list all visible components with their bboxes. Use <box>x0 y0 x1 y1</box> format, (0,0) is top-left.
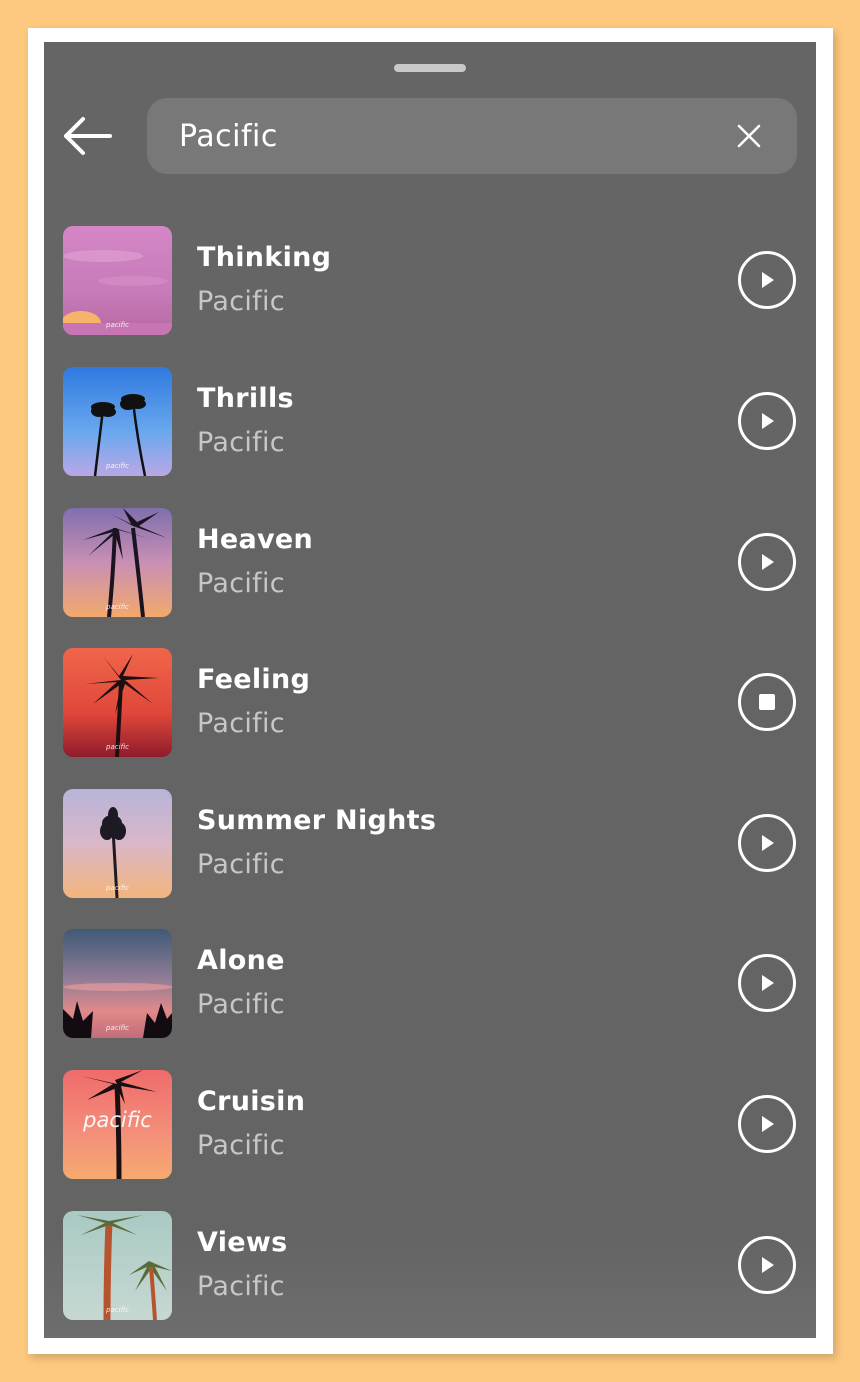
track-row[interactable]: pacific Views Pacific <box>44 1211 816 1331</box>
album-art[interactable]: pacific <box>63 508 172 617</box>
track-row[interactable]: pacific Thinking Pacific <box>44 226 816 346</box>
stop-button[interactable] <box>738 673 796 731</box>
search-input[interactable] <box>179 98 699 174</box>
track-artist: Pacific <box>197 1130 285 1161</box>
track-title: Views <box>197 1227 288 1258</box>
play-icon <box>762 1257 774 1273</box>
album-art-label: pacific <box>83 1108 152 1132</box>
track-artist: Pacific <box>197 427 285 458</box>
track-title: Thrills <box>197 383 294 414</box>
album-art-image <box>63 367 172 476</box>
track-title: Alone <box>197 945 285 976</box>
track-row[interactable]: pacific Feeling Pacific <box>44 648 816 768</box>
album-art-label: pacific <box>106 321 129 329</box>
stop-icon <box>759 694 775 710</box>
album-art-label: pacific <box>106 884 129 892</box>
track-artist: Pacific <box>197 1271 285 1302</box>
track-row[interactable]: pacific Heaven Pacific <box>44 508 816 628</box>
album-art[interactable]: pacific <box>63 226 172 335</box>
play-button[interactable] <box>738 251 796 309</box>
play-icon <box>762 1116 774 1132</box>
arrow-left-icon <box>64 117 112 155</box>
play-button[interactable] <box>738 814 796 872</box>
clear-search-button[interactable] <box>735 122 763 150</box>
play-button[interactable] <box>738 1095 796 1153</box>
music-search-sheet: pacific Thinking Pacific <box>44 42 816 1338</box>
play-icon <box>762 975 774 991</box>
album-art[interactable]: pacific <box>63 648 172 757</box>
track-row[interactable]: pacific Cruisin Pacific <box>44 1070 816 1190</box>
album-art-image <box>63 648 172 757</box>
track-artist: Pacific <box>197 568 285 599</box>
album-art-image <box>63 1211 172 1320</box>
track-row[interactable]: pacific Thrills Pacific <box>44 367 816 487</box>
album-art[interactable]: pacific <box>63 367 172 476</box>
album-art[interactable]: pacific <box>63 1070 172 1179</box>
track-title: Thinking <box>197 242 332 273</box>
play-icon <box>762 272 774 288</box>
album-art-image <box>63 226 172 335</box>
play-icon <box>762 413 774 429</box>
album-art[interactable]: pacific <box>63 1211 172 1320</box>
album-art-image <box>63 789 172 898</box>
play-icon <box>762 554 774 570</box>
track-row[interactable]: pacific Summer Nights Pacific <box>44 789 816 909</box>
search-box <box>147 98 797 174</box>
track-title: Heaven <box>197 524 314 555</box>
play-icon <box>762 835 774 851</box>
album-art-label: pacific <box>106 1306 129 1314</box>
track-title: Feeling <box>197 664 311 695</box>
track-row[interactable]: pacific Alone Pacific <box>44 929 816 1049</box>
play-button[interactable] <box>738 392 796 450</box>
track-artist: Pacific <box>197 708 285 739</box>
album-art-label: pacific <box>106 1024 129 1032</box>
sheet-grabber-handle[interactable] <box>394 64 466 72</box>
track-artist: Pacific <box>197 849 285 880</box>
play-button[interactable] <box>738 1236 796 1294</box>
track-artist: Pacific <box>197 989 285 1020</box>
play-button[interactable] <box>738 533 796 591</box>
track-title: Summer Nights <box>197 805 437 836</box>
album-art-label: pacific <box>106 743 129 751</box>
album-art-image <box>63 929 172 1038</box>
play-button[interactable] <box>738 954 796 1012</box>
back-button[interactable] <box>62 114 116 158</box>
album-art[interactable]: pacific <box>63 929 172 1038</box>
track-artist: Pacific <box>197 286 285 317</box>
close-icon <box>737 124 761 148</box>
track-title: Cruisin <box>197 1086 306 1117</box>
album-art-label: pacific <box>106 462 129 470</box>
album-art-image <box>63 508 172 617</box>
album-art-label: pacific <box>106 603 129 611</box>
album-art[interactable]: pacific <box>63 789 172 898</box>
